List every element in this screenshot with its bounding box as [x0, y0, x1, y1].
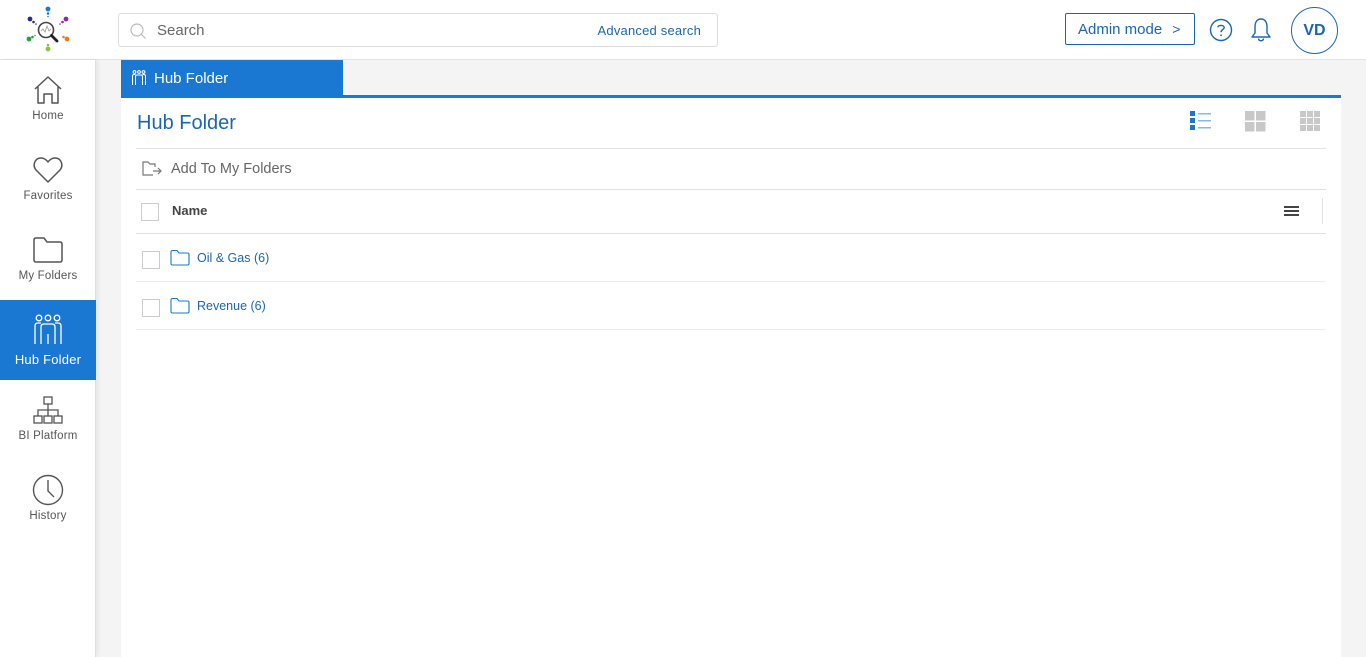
table-row[interactable]: Revenue (6)	[136, 282, 1326, 330]
folder-name-link[interactable]: Revenue (6)	[197, 299, 266, 313]
user-initials: VD	[1303, 21, 1326, 39]
column-menu-icon[interactable]	[1284, 204, 1300, 218]
sidebar: Home Favorites My Folders Hub Folder BI …	[0, 60, 96, 657]
large-grid-view-icon[interactable]	[1245, 111, 1267, 133]
tab-hub-folder[interactable]: Hub Folder	[121, 60, 343, 96]
sidebar-item-label: My Folders	[18, 270, 78, 282]
advanced-search-link[interactable]: Advanced search	[598, 23, 701, 38]
main-panel: Hub Folder Hub Folder Add To My Folders …	[121, 60, 1341, 657]
table-row[interactable]: Oil & Gas (6)	[136, 234, 1326, 282]
sidebar-item-favorites[interactable]: Favorites	[0, 140, 96, 220]
tab-strip: Hub Folder	[121, 60, 1341, 98]
column-header-name[interactable]: Name	[172, 203, 207, 218]
add-to-my-folders-button[interactable]: Add To My Folders	[141, 160, 292, 178]
people-icon	[132, 70, 146, 85]
folder-icon	[33, 237, 63, 263]
tab-label: Hub Folder	[154, 69, 229, 87]
sidebar-item-label: BI Platform	[18, 430, 78, 442]
sidebar-item-bi-platform[interactable]: BI Platform	[0, 380, 96, 460]
heart-icon	[33, 157, 63, 183]
admin-mode-label: Admin mode	[1078, 20, 1163, 38]
folder-icon	[170, 249, 190, 266]
list-view-icon[interactable]	[1190, 111, 1212, 133]
divider	[136, 148, 1326, 149]
search-icon	[130, 23, 146, 39]
sidebar-item-label: Favorites	[23, 190, 73, 202]
sidebar-item-home[interactable]: Home	[0, 60, 96, 140]
user-avatar[interactable]: VD	[1291, 7, 1338, 54]
sidebar-item-label: Hub Folder	[14, 352, 82, 367]
row-checkbox[interactable]	[142, 251, 160, 269]
page-title: Hub Folder	[137, 112, 236, 134]
search-input[interactable]	[157, 18, 577, 42]
folder-icon	[170, 297, 190, 314]
notifications-bell-icon[interactable]	[1250, 17, 1272, 43]
sidebar-item-my-folders[interactable]: My Folders	[0, 220, 96, 300]
small-grid-view-icon[interactable]	[1300, 111, 1322, 133]
sidebar-item-label: Home	[32, 110, 64, 122]
people-icon	[34, 314, 62, 344]
hierarchy-icon	[33, 396, 63, 424]
home-icon	[34, 76, 62, 104]
chevron-right-icon: >	[1172, 21, 1181, 37]
column-separator	[1322, 198, 1323, 224]
clock-icon	[32, 474, 64, 506]
add-to-my-folders-label: Add To My Folders	[171, 161, 292, 177]
admin-mode-button[interactable]: Admin mode >	[1065, 13, 1195, 45]
folder-move-icon	[142, 161, 162, 176]
sidebar-item-label: History	[29, 510, 67, 522]
app-logo-icon[interactable]	[22, 4, 74, 54]
help-icon[interactable]	[1209, 18, 1233, 42]
sidebar-item-hub-folder[interactable]: Hub Folder	[0, 300, 96, 380]
sidebar-item-history[interactable]: History	[0, 460, 96, 540]
top-bar: Advanced search Admin mode > VD	[0, 0, 1366, 60]
select-all-checkbox[interactable]	[141, 203, 159, 221]
folder-name-link[interactable]: Oil & Gas (6)	[197, 251, 269, 265]
divider	[136, 189, 1326, 190]
search-bar: Advanced search	[118, 13, 718, 47]
row-checkbox[interactable]	[142, 299, 160, 317]
